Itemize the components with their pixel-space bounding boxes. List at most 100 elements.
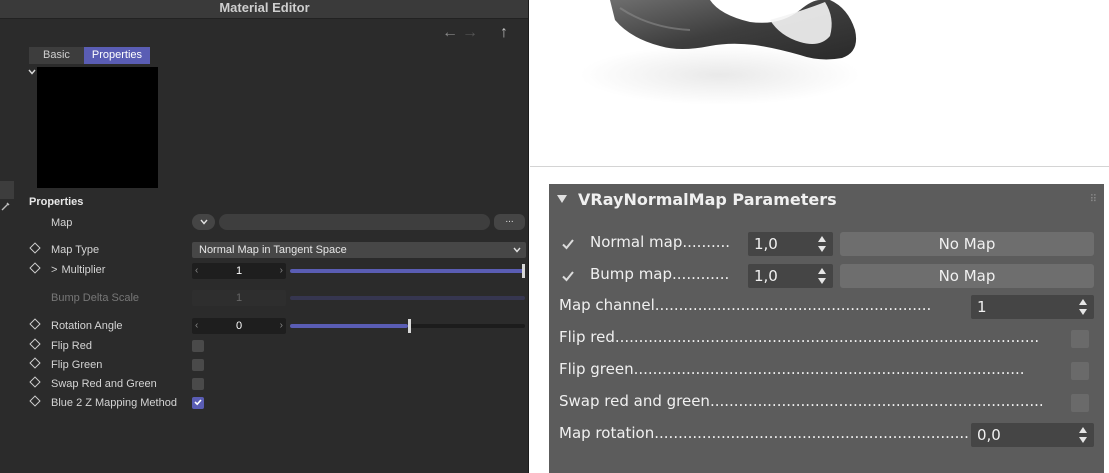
flip-green-checkbox[interactable] bbox=[192, 359, 204, 371]
vray-flip-green-label: Flip green..............................… bbox=[559, 360, 1025, 378]
multiplier-slider[interactable] bbox=[290, 264, 525, 278]
map-rotation-row: Map rotation............................… bbox=[549, 423, 1104, 447]
normal-map-label: Normal map.......... bbox=[590, 233, 731, 251]
keyframe-diamond-icon[interactable] bbox=[29, 357, 41, 369]
bump-map-value: 1,0 bbox=[754, 267, 778, 285]
blue-z-mapping-checkbox[interactable] bbox=[192, 397, 204, 409]
map-type-value: Normal Map in Tangent Space bbox=[199, 244, 347, 256]
nav-arrows: ← → ↑ bbox=[440, 24, 514, 42]
flip-green-label: Flip Green bbox=[51, 359, 103, 371]
bump-delta-stepper: 1 bbox=[192, 290, 286, 306]
bump-map-spinner[interactable]: 1,0 bbox=[748, 264, 833, 288]
blue-z-mapping-row: Blue 2 Z Mapping Method bbox=[0, 395, 528, 410]
forward-arrow-icon[interactable]: → bbox=[460, 24, 480, 42]
drag-grip-icon[interactable]: ⠿ bbox=[1090, 194, 1097, 205]
bump-map-checkbox[interactable] bbox=[560, 268, 576, 284]
normal-map-value: 1,0 bbox=[754, 235, 778, 253]
rendered-object-image bbox=[580, 0, 860, 105]
flip-red-row: Flip Red bbox=[0, 338, 528, 353]
spinner-arrows-icon[interactable] bbox=[818, 235, 827, 253]
bump-map-row: Bump map............ 1,0 No Map bbox=[549, 264, 1104, 288]
map-channel-spinner[interactable]: 1 bbox=[971, 295, 1094, 319]
vray-panel-title: VRayNormalMap Parameters bbox=[578, 190, 837, 209]
bump-delta-slider bbox=[290, 296, 525, 300]
tab-properties[interactable]: Properties bbox=[83, 47, 151, 64]
swap-red-green-label: Swap Red and Green bbox=[51, 378, 157, 390]
keyframe-diamond-icon[interactable] bbox=[29, 262, 41, 274]
bump-map-label: Bump map............ bbox=[590, 265, 730, 283]
map-type-select[interactable]: Normal Map in Tangent Space bbox=[192, 242, 526, 258]
increment-icon[interactable]: › bbox=[280, 318, 283, 334]
flip-red-checkbox[interactable] bbox=[192, 340, 204, 352]
vray-flip-red-label: Flip red................................… bbox=[559, 328, 1040, 346]
rotation-label: Rotation Angle bbox=[51, 320, 123, 332]
swap-red-green-checkbox[interactable] bbox=[192, 378, 204, 390]
map-rotation-value: 0,0 bbox=[977, 426, 1001, 444]
render-viewport bbox=[530, 0, 1109, 167]
collapse-chevron-icon[interactable] bbox=[28, 67, 36, 78]
multiplier-stepper[interactable]: ‹ 1 › bbox=[192, 263, 286, 279]
multiplier-label: Multiplier bbox=[61, 264, 106, 276]
decrement-icon[interactable]: ‹ bbox=[195, 263, 198, 279]
increment-icon[interactable]: › bbox=[280, 263, 283, 279]
flip-red-label: Flip Red bbox=[51, 340, 92, 352]
map-dropdown-button[interactable] bbox=[192, 214, 215, 230]
vray-swap-red-green-checkbox[interactable] bbox=[1071, 394, 1089, 412]
normal-map-row: Normal map.......... 1,0 No Map bbox=[549, 232, 1104, 256]
keyframe-diamond-icon[interactable] bbox=[29, 318, 41, 330]
keyframe-diamond-icon[interactable] bbox=[29, 376, 41, 388]
window-title: Material Editor bbox=[0, 0, 528, 19]
multiplier-slider-fill bbox=[290, 269, 525, 273]
normal-map-slot-button[interactable]: No Map bbox=[840, 232, 1094, 256]
bump-map-slot-button[interactable]: No Map bbox=[840, 264, 1094, 288]
collapse-triangle-icon[interactable] bbox=[557, 195, 567, 207]
side-panel-edge bbox=[0, 181, 14, 199]
vray-flip-red-checkbox[interactable] bbox=[1071, 330, 1089, 348]
vray-panel-header[interactable]: VRayNormalMap Parameters ⠿ bbox=[549, 184, 1104, 216]
back-arrow-icon[interactable]: ← bbox=[440, 24, 460, 42]
material-editor-window: Material Editor ← → ↑ Basic Properties Pro… bbox=[0, 0, 529, 473]
flip-green-row: Flip Green bbox=[0, 357, 528, 372]
chevron-down-icon bbox=[199, 219, 208, 225]
tab-basic[interactable]: Basic bbox=[29, 47, 84, 64]
spinner-arrows-icon[interactable] bbox=[818, 267, 827, 285]
rotation-stepper[interactable]: ‹ 0 › bbox=[192, 318, 286, 334]
keyframe-diamond-icon[interactable] bbox=[29, 242, 41, 254]
vray-flip-green-checkbox[interactable] bbox=[1071, 362, 1089, 380]
expand-chevron-icon[interactable]: > bbox=[51, 264, 57, 276]
map-browse-button[interactable]: ... bbox=[494, 214, 525, 230]
blue-z-mapping-label: Blue 2 Z Mapping Method bbox=[51, 397, 177, 409]
multiplier-slider-thumb[interactable] bbox=[522, 264, 525, 278]
vray-normal-map-panel: VRayNormalMap Parameters ⠿ Normal map...… bbox=[549, 184, 1104, 473]
rotation-slider-thumb[interactable] bbox=[408, 319, 411, 333]
vray-swap-red-green-row: Swap red and green......................… bbox=[549, 391, 1104, 415]
swap-red-green-row: Swap Red and Green bbox=[0, 376, 528, 391]
map-channel-value: 1 bbox=[977, 298, 987, 316]
vray-flip-green-row: Flip green..............................… bbox=[549, 359, 1104, 383]
decrement-icon[interactable]: ‹ bbox=[195, 318, 198, 334]
map-rotation-spinner[interactable]: 0,0 bbox=[971, 423, 1094, 447]
map-channel-label: Map channel.............................… bbox=[559, 296, 932, 314]
normal-map-checkbox[interactable] bbox=[560, 236, 576, 252]
editor-tabs: Basic Properties bbox=[29, 47, 151, 64]
bump-delta-value: 1 bbox=[235, 292, 243, 304]
normal-map-spinner[interactable]: 1,0 bbox=[748, 232, 833, 256]
material-preview bbox=[37, 67, 158, 188]
rotation-value: 0 bbox=[235, 320, 243, 332]
eyedropper-icon[interactable] bbox=[0, 200, 14, 214]
keyframe-diamond-icon[interactable] bbox=[29, 338, 41, 350]
map-field[interactable] bbox=[219, 214, 490, 230]
vray-flip-red-row: Flip red................................… bbox=[549, 327, 1104, 351]
rotation-slider-fill bbox=[290, 324, 408, 328]
map-channel-row: Map channel.............................… bbox=[549, 295, 1104, 319]
bump-delta-label: Bump Delta Scale bbox=[51, 292, 140, 304]
up-arrow-icon[interactable]: ↑ bbox=[494, 24, 514, 42]
spinner-arrows-icon[interactable] bbox=[1079, 426, 1088, 444]
chevron-down-icon bbox=[513, 242, 521, 263]
map-rotation-label: Map rotation............................… bbox=[559, 424, 969, 442]
rotation-slider[interactable] bbox=[290, 319, 525, 333]
properties-section-title: Properties bbox=[29, 196, 84, 208]
keyframe-diamond-icon[interactable] bbox=[29, 395, 41, 407]
spinner-arrows-icon[interactable] bbox=[1079, 298, 1088, 316]
multiplier-value: 1 bbox=[235, 265, 243, 277]
